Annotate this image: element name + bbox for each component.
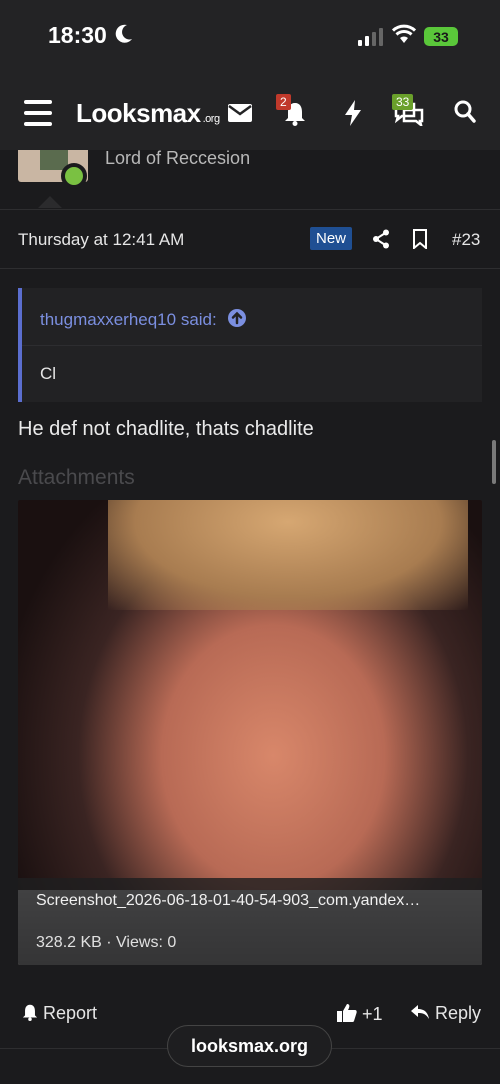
attachment-caption: Screenshot_2026-06-18-01-40-54-903_com.y… xyxy=(18,878,482,965)
site-header: Looksmax .org 2 33 xyxy=(0,78,500,150)
signal-icon xyxy=(358,28,383,46)
lightning-icon[interactable] xyxy=(344,100,362,126)
quote-text: Cl xyxy=(40,364,57,383)
reply-arrow-icon xyxy=(411,1005,429,1019)
alerts-button[interactable]: 2 xyxy=(276,94,312,130)
mail-icon[interactable] xyxy=(228,104,252,122)
divider xyxy=(0,209,500,210)
post-text: He def not chadlite, thats chadlite xyxy=(18,418,314,440)
attachments-label: Attachments xyxy=(18,466,135,489)
status-time: 18:30 xyxy=(48,22,107,48)
post-date[interactable]: Thursday at 12:41 AM xyxy=(18,230,184,250)
conversations-button[interactable]: 33 xyxy=(390,94,426,130)
scrollbar[interactable] xyxy=(492,440,496,484)
online-status-indicator xyxy=(61,163,87,189)
wifi-icon xyxy=(392,24,416,43)
battery-indicator: 33 xyxy=(424,27,458,46)
alerts-badge: 2 xyxy=(276,94,291,110)
conversations-badge: 33 xyxy=(392,94,414,110)
report-label: Report xyxy=(43,1003,98,1023)
post-number[interactable]: #23 xyxy=(452,230,480,250)
report-button[interactable]: Report xyxy=(22,1003,97,1024)
site-logo[interactable]: Looksmax .org xyxy=(76,98,220,129)
thumbs-up-icon xyxy=(337,1004,357,1022)
user-title: Lord of Reccesion xyxy=(105,148,251,168)
url-text: looksmax.org xyxy=(190,1035,309,1056)
message-arrow xyxy=(38,196,62,208)
reply-button[interactable]: Reply xyxy=(410,1003,481,1024)
like-count: +1 xyxy=(362,1004,383,1024)
attachment-thumbnail[interactable]: Screenshot_2026-06-18-01-40-54-903_com.y… xyxy=(18,500,482,965)
quote-header[interactable]: thugmaxxerheq10 said: xyxy=(22,288,482,346)
menu-icon[interactable] xyxy=(24,100,52,126)
reply-label: Reply xyxy=(435,1003,482,1023)
divider xyxy=(0,268,500,269)
url-bar[interactable]: looksmax.org xyxy=(167,1025,332,1067)
bell-icon xyxy=(22,1004,38,1021)
moon-icon xyxy=(115,24,132,43)
arrow-up-circle-icon[interactable] xyxy=(227,308,247,328)
logo-main: Looksmax xyxy=(76,98,201,128)
quote-author[interactable]: thugmaxxerheq10 said: xyxy=(40,310,217,329)
new-badge: New xyxy=(310,227,353,250)
like-button[interactable]: +1 xyxy=(337,1003,383,1025)
attachment-file-name[interactable]: Screenshot_2026-06-18-01-40-54-903_com.y… xyxy=(36,892,466,910)
logo-tld: .org xyxy=(202,113,220,125)
status-bar: 18:30 33 xyxy=(0,0,500,78)
share-icon[interactable] xyxy=(372,229,390,249)
battery-level: 33 xyxy=(433,28,449,45)
bookmark-icon[interactable] xyxy=(412,229,428,249)
search-icon[interactable] xyxy=(454,100,476,124)
quote-block: thugmaxxerheq10 said: Cl xyxy=(18,288,482,402)
attachment-meta: 328.2 KB · Views: 0 xyxy=(36,934,177,951)
